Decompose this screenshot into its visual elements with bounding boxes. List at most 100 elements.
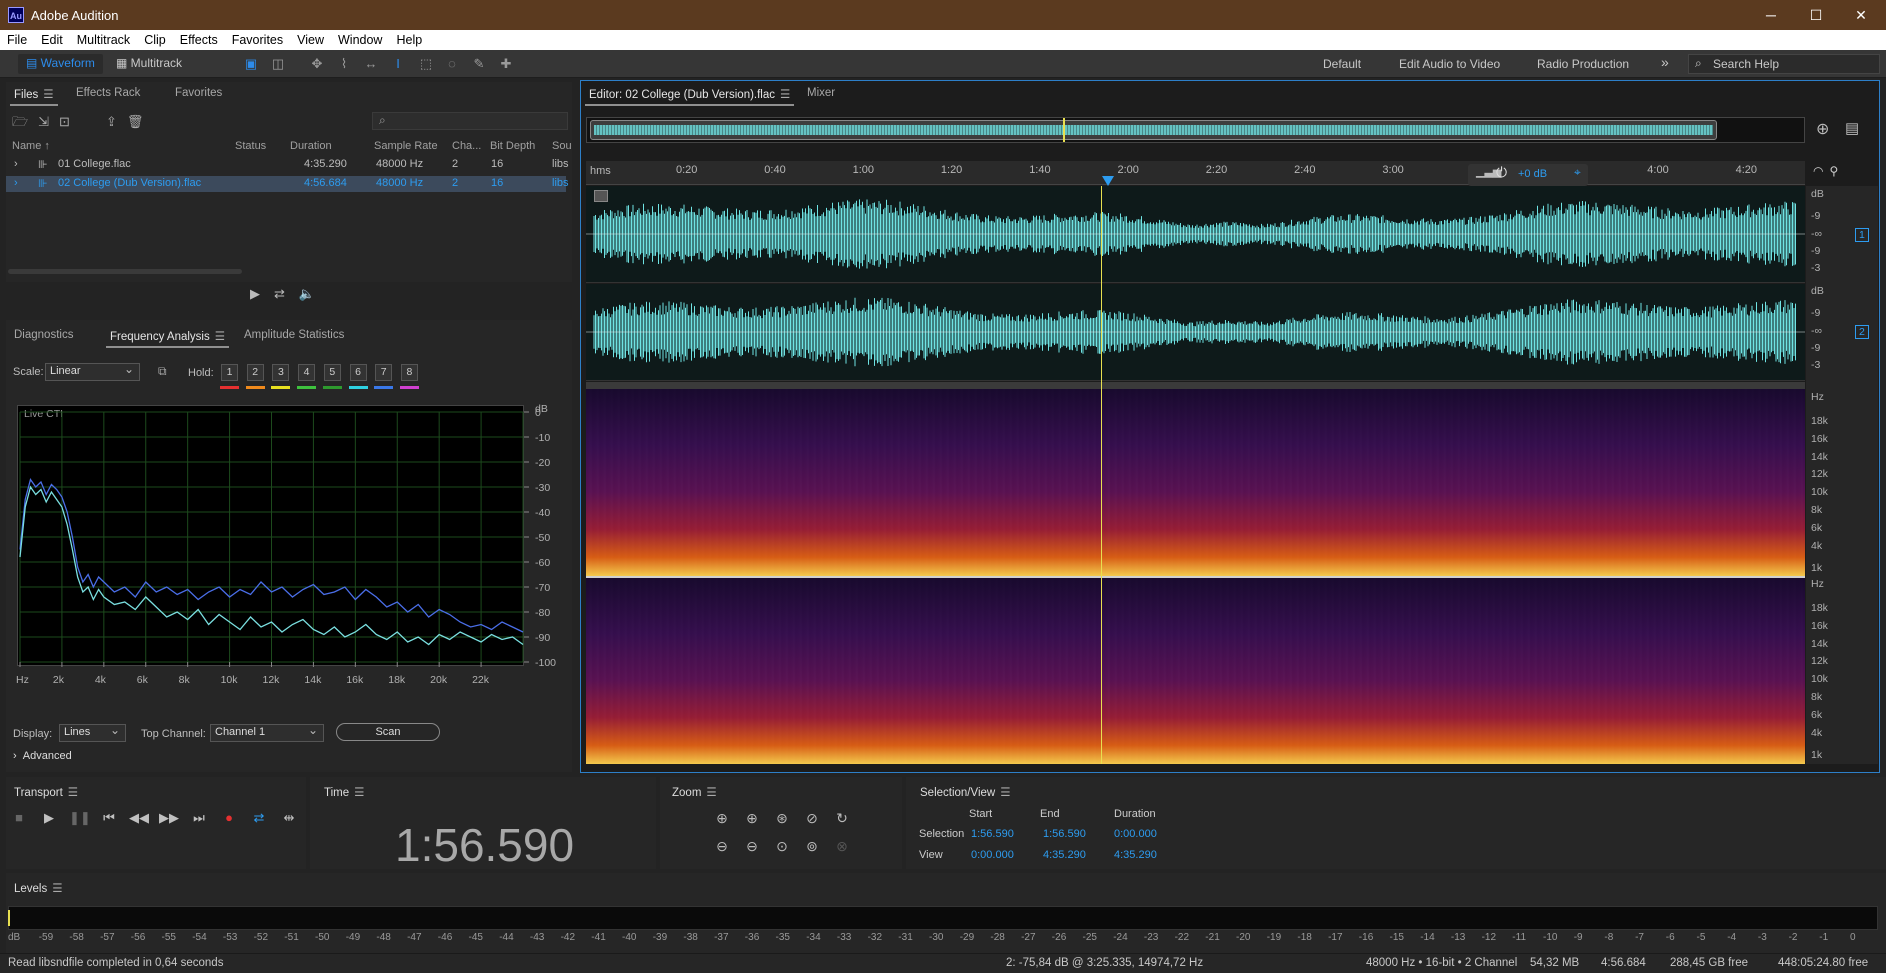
level-tick: -50 [315,932,330,943]
panel-menu-icon[interactable]: ☰ [706,785,716,799]
scan-button[interactable]: Scan [336,723,440,741]
playhead-handle[interactable] [1102,176,1114,186]
ruler-tick: 2:00 [1117,164,1139,176]
level-tick: -3 [1757,932,1767,943]
pin-icon[interactable]: ⌖ [1574,165,1581,180]
y-tick-label: -10 [535,432,550,444]
channel-1-indicator[interactable]: 1 [1855,228,1869,242]
transport-label: Transport ☰ [14,785,78,799]
channel-2-indicator[interactable]: 2 [1855,325,1869,339]
level-tick: -25 [1082,932,1097,943]
headphones-icon[interactable]: ◠ [1813,164,1829,178]
zoom-selection-icon[interactable]: ⊙ [772,838,792,855]
db-scale-label: -9 [1811,210,1821,222]
ruler-tick: 0:20 [676,164,698,176]
ruler-tick: 4:20 [1735,164,1758,176]
panel-menu-icon[interactable]: ☰ [354,785,364,799]
panel-menu-icon[interactable]: ☰ [52,881,62,895]
zoom-out-time-icon[interactable]: ⊖ [742,838,762,855]
hz-scale-label: 4k [1811,727,1823,739]
hz-scale-label: 6k [1811,522,1823,534]
level-tick: -20 [1236,932,1251,943]
zoom-reset-icon[interactable]: ↻ [832,810,852,827]
maximize-button[interactable]: ☐ [1801,4,1831,26]
close-button[interactable]: ✕ [1846,4,1876,26]
zoom-fit-icon[interactable]: ⊚ [802,838,822,855]
level-tick: -23 [1143,932,1159,943]
db-scale-label: -∞ [1811,228,1822,240]
hz-scale-label: 14k [1811,638,1828,650]
zoom-in-point-icon[interactable]: ⊛ [772,810,792,827]
spectral-channel-1[interactable] [586,389,1805,576]
zoom-in-time-icon[interactable]: ⊕ [742,810,762,827]
zoom-out-full-icon[interactable]: ⊘ [802,810,822,827]
time-display[interactable]: 1:56.590 [395,818,574,872]
overview-menu-icon[interactable]: ▤ [1845,119,1859,137]
spectral-channel-2[interactable] [586,578,1805,764]
gain-value[interactable]: +0 dB [1518,168,1547,180]
view-start[interactable]: 0:00.000 [971,849,1014,861]
fast-forward-button[interactable]: ▶▶ [159,810,179,826]
zoom-out-amplitude-icon[interactable]: ⊖ [712,838,732,855]
search-help-input[interactable]: ⌕ Search Help [1688,54,1880,74]
advanced-toggle[interactable]: › Advanced [13,750,72,762]
marker-pin-icon[interactable]: ⚲ [1829,164,1844,178]
play-button[interactable]: ▶ [39,810,59,826]
level-tick: -5 [1696,932,1706,943]
hz-scale-label: 6k [1811,709,1823,721]
levels-title: Levels [14,883,48,895]
workspace-default[interactable]: Default [1323,57,1361,71]
view-duration[interactable]: 4:35.290 [1114,849,1157,861]
x-tick-label: 2k [53,674,65,686]
panel-menu-icon[interactable]: ☰ [1000,785,1010,799]
zoom-to-fit-icon[interactable]: ⊕ [1816,119,1829,139]
x-tick-label: 10k [221,674,239,686]
hz-scale-label: 16k [1811,620,1828,632]
x-tick-label: 14k [304,674,322,686]
level-tick: -29 [959,932,975,943]
level-tick: -18 [1297,932,1312,943]
zoom-disabled-icon[interactable]: ⊗ [832,838,852,855]
tab-editor[interactable]: Editor: 02 College (Dub Version).flac ☰ [584,87,795,106]
record-button[interactable]: ● [219,810,239,825]
y-tick-label: -20 [535,457,550,469]
level-tick: -10 [1543,932,1558,943]
top-channel-select[interactable]: Channel 1 [210,723,324,742]
display-label: Display: [13,728,53,740]
go-to-start-button[interactable]: ⏮ [99,810,119,826]
y-tick-label: -80 [535,607,550,619]
display-select[interactable]: Lines [59,723,126,742]
level-tick: -38 [683,932,698,943]
workspace-edit-audio-to-video[interactable]: Edit Audio to Video [1399,57,1500,71]
status-free-time: 448:05:24.80 free [1778,957,1869,969]
view-end[interactable]: 4:35.290 [1043,849,1086,861]
ruler-tick: 4:00 [1647,164,1669,176]
db-scale-label: dB [1811,188,1824,200]
rewind-button[interactable]: ◀◀ [129,810,149,826]
levels-label: Levels ☰ [14,881,63,895]
gain-knob-icon[interactable]: ⏻ [1496,164,1507,181]
zoom-in-amplitude-icon[interactable]: ⊕ [712,810,732,827]
level-tick: -19 [1266,932,1282,943]
playhead-line [1101,186,1102,764]
selection-view-label: Selection/View ☰ [920,785,1011,799]
selection-start[interactable]: 1:56.590 [971,828,1014,840]
spectral-splitter[interactable] [586,382,1805,389]
go-to-end-button[interactable]: ⏭ [189,810,209,826]
level-tick: -46 [437,932,453,943]
tab-mixer[interactable]: Mixer [807,87,835,99]
hud-toggle-icon[interactable] [594,190,608,202]
selection-end[interactable]: 1:56.590 [1043,828,1086,840]
panel-menu-icon[interactable]: ☰ [68,785,78,799]
selection-duration[interactable]: 0:00.000 [1114,828,1157,840]
stop-button[interactable]: ■ [9,810,29,825]
panel-menu-icon[interactable]: ☰ [780,87,790,101]
ruler-tick: 0:40 [764,164,786,176]
loop-playback-button[interactable]: ⇄ [249,810,269,826]
skip-selection-button[interactable]: ⇹ [279,810,299,826]
minimize-button[interactable]: ─ [1756,4,1786,26]
pause-button[interactable]: ❚❚ [69,810,91,826]
time-title: Time [324,787,350,799]
more-workspaces-button[interactable]: » [1661,54,1669,70]
workspace-radio-production[interactable]: Radio Production [1537,57,1629,71]
